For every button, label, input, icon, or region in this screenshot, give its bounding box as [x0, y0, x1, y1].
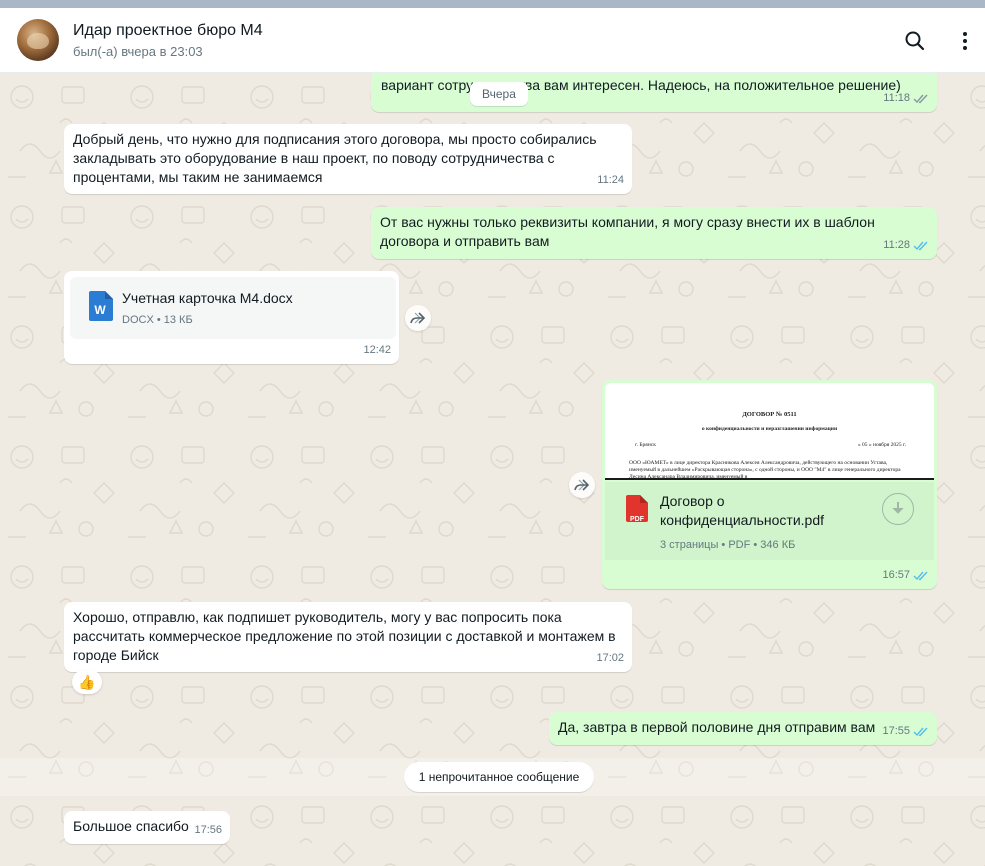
forward-button[interactable]	[569, 472, 595, 498]
document-card[interactable]: W Учетная карточка М4.docx DOCX • 13 КБ	[70, 277, 396, 339]
document-name: Учетная карточка М4.docx	[122, 290, 293, 306]
contact-last-seen: был(-а) вчера в 23:03	[73, 44, 203, 59]
avatar[interactable]	[17, 19, 59, 61]
message-meta: 17:02	[596, 649, 624, 668]
message-meta: 12:42	[363, 341, 391, 360]
message-text: Да, завтра в первой половине дня отправи…	[558, 719, 876, 735]
message-meta: 11:18	[883, 89, 929, 108]
message-text: Добрый день, что нужно для подписания эт…	[73, 131, 601, 185]
reaction-badge[interactable]: 👍	[72, 670, 102, 694]
incoming-message[interactable]: Большое спасибо 17:56	[64, 811, 230, 844]
message-time: 17:02	[596, 652, 624, 664]
search-icon[interactable]	[902, 28, 928, 54]
message-meta: 17:56	[194, 821, 222, 840]
incoming-message[interactable]: Хорошо, отправлю, как подпишет руководит…	[64, 602, 632, 672]
chat-header: Идар проектное бюро М4 был(-а) вчера в 2…	[0, 8, 985, 73]
message-list[interactable]: вариант сотрудничества вам интересен. На…	[0, 73, 985, 866]
pdf-file-meta: 3 страницы • PDF • 346 КБ	[660, 539, 796, 551]
message-time: 17:55	[882, 725, 910, 737]
forward-icon	[574, 479, 590, 491]
more-vertical-icon[interactable]	[952, 28, 978, 54]
double-check-icon	[913, 571, 928, 581]
message-time: 12:42	[363, 344, 391, 356]
double-check-icon	[913, 94, 928, 104]
download-button[interactable]	[882, 493, 914, 525]
outgoing-message[interactable]: Да, завтра в первой половине дня отправи…	[549, 712, 937, 745]
document-meta: DOCX • 13 КБ	[122, 314, 193, 326]
message-meta: 11:24	[597, 171, 624, 190]
svg-text:W: W	[94, 303, 106, 317]
message-time: 11:24	[597, 174, 624, 186]
message-time: 16:57	[882, 569, 910, 581]
window-top-strip	[0, 0, 985, 8]
date-separator: Вчера	[470, 82, 528, 106]
download-icon	[892, 502, 904, 514]
pdf-preview-date: « 05 » ноября 2025 г.	[857, 442, 906, 448]
double-check-icon	[913, 241, 928, 251]
message-time: 17:56	[194, 824, 222, 836]
pdf-preview-city: г. Брянск	[635, 442, 656, 448]
message-text: От вас нужны только реквизиты компании, …	[380, 214, 879, 249]
message-meta: 11:28	[883, 236, 929, 255]
message-time: 11:28	[883, 239, 910, 251]
message-text: Хорошо, отправлю, как подпишет руководит…	[73, 609, 620, 663]
message-meta: 16:57	[882, 566, 929, 585]
pdf-file-info[interactable]: PDF Договор о конфиденциальности.pdf 3 с…	[605, 482, 934, 560]
contact-name[interactable]: Идар проектное бюро М4	[73, 22, 263, 40]
incoming-document-message[interactable]: W Учетная карточка М4.docx DOCX • 13 КБ …	[64, 271, 399, 364]
outgoing-message[interactable]: вариант сотрудничества вам интересен. На…	[371, 73, 937, 112]
outgoing-pdf-message[interactable]: ДОГОВОР № 0511 о конфиденциальности и не…	[602, 380, 937, 589]
outgoing-message[interactable]: От вас нужны только реквизиты компании, …	[371, 207, 937, 259]
pdf-file-name: Договор о конфиденциальности.pdf	[660, 493, 825, 528]
word-doc-icon: W	[89, 291, 113, 321]
unread-separator: 1 непрочитанное сообщение	[404, 762, 594, 792]
message-text: вариант сотрудничества вам интересен. На…	[381, 77, 901, 93]
pdf-preview[interactable]: ДОГОВОР № 0511 о конфиденциальности и не…	[605, 383, 934, 480]
message-meta: 17:55	[882, 722, 929, 741]
pdf-icon: PDF	[625, 494, 649, 523]
forward-icon	[410, 312, 426, 324]
incoming-message[interactable]: Добрый день, что нужно для подписания эт…	[64, 124, 632, 194]
forward-button[interactable]	[405, 305, 431, 331]
message-time: 11:18	[883, 92, 910, 104]
pdf-badge: PDF	[630, 516, 644, 523]
pdf-preview-body: ООО «ЮАМЕТ» в лице директора Красникова …	[629, 460, 901, 480]
double-check-icon	[913, 727, 928, 737]
